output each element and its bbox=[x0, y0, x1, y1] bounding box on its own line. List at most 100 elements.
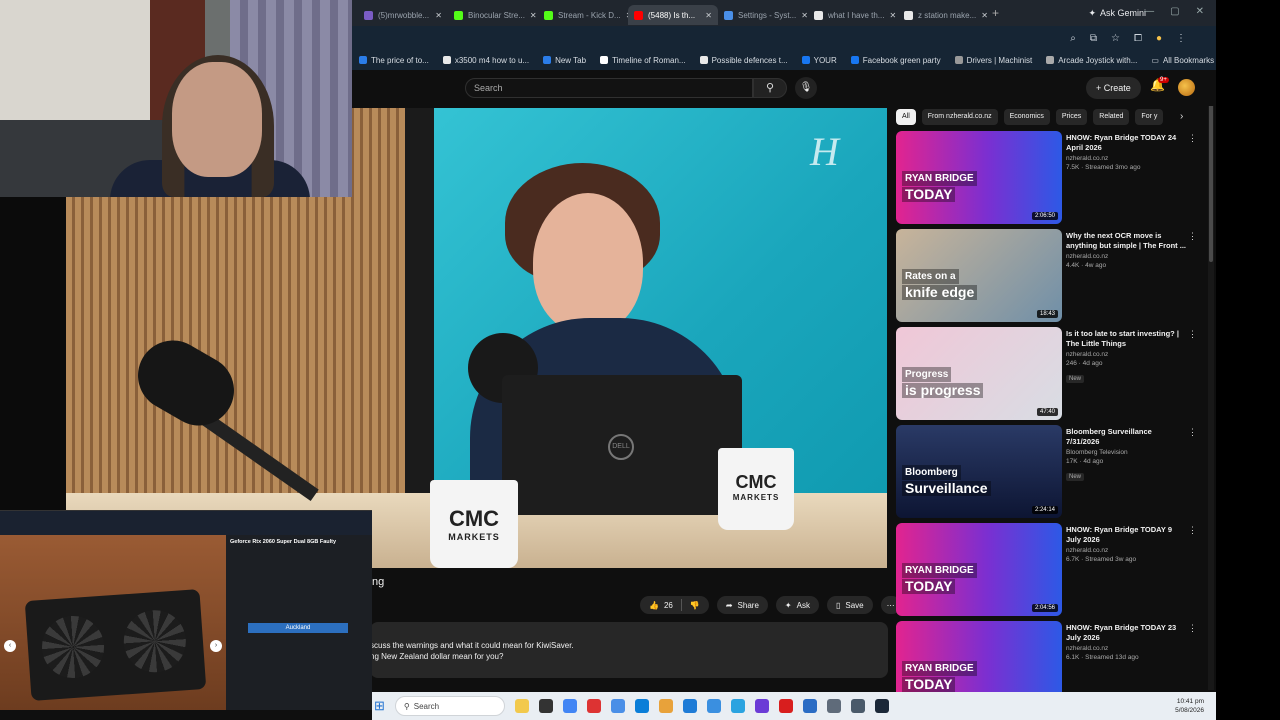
maximize-icon[interactable]: ▢ bbox=[1170, 6, 1179, 17]
video-title[interactable]: Is it too late to start investing? | The… bbox=[1066, 329, 1186, 349]
voice-search-button[interactable]: 🎙 bbox=[795, 77, 817, 99]
taskbar-search[interactable]: ⚲ Search bbox=[394, 696, 505, 716]
more-options-icon[interactable]: ⋮ bbox=[1188, 133, 1197, 144]
close-tab-icon[interactable]: ✕ bbox=[705, 11, 712, 20]
chevron-left-icon[interactable]: ‹ bbox=[4, 640, 16, 652]
taskbar-app-icon[interactable] bbox=[634, 699, 649, 713]
taskbar-app-icon[interactable] bbox=[706, 699, 721, 713]
star-icon[interactable]: ☆ bbox=[1111, 33, 1120, 44]
create-button[interactable]: + Create bbox=[1086, 77, 1141, 99]
video-thumbnail[interactable]: RYAN BRIDGE TODAY 2:04:56 bbox=[896, 523, 1062, 616]
chevron-right-icon[interactable]: › bbox=[1180, 111, 1183, 122]
recommended-video[interactable]: Progress is progress 47:40 Is it too late t… bbox=[896, 327, 1206, 425]
account-avatar[interactable] bbox=[1178, 79, 1195, 96]
taskbar-app-icon[interactable] bbox=[730, 699, 745, 713]
new-tab-icon[interactable]: + bbox=[992, 6, 999, 20]
taskbar-app-icon[interactable] bbox=[754, 699, 769, 713]
channel-name[interactable]: Bloomberg Television bbox=[1066, 449, 1186, 456]
recommended-video[interactable]: RYAN BRIDGE TODAY 2:06:50 HNOW: Ryan Bridge… bbox=[896, 131, 1206, 229]
save-button[interactable]: ▯ Save bbox=[826, 596, 873, 614]
bookmark-item[interactable]: YOUR bbox=[795, 56, 844, 65]
close-tab-icon[interactable]: ✕ bbox=[981, 11, 988, 20]
zoom-icon[interactable]: ⌕ bbox=[1070, 33, 1076, 44]
video-title[interactable]: HNOW: Ryan Bridge TODAY 24 April 2026 bbox=[1066, 133, 1186, 153]
bookmark-item[interactable]: Possible defences t... bbox=[693, 56, 795, 65]
chevron-right-icon[interactable]: › bbox=[210, 640, 222, 652]
bookmark-item[interactable]: Arcade Joystick with... bbox=[1039, 56, 1144, 65]
taskbar-clock[interactable]: 10:41 pm 5/08/2026 bbox=[1175, 697, 1204, 715]
more-options-icon[interactable]: ⋮ bbox=[1188, 427, 1197, 438]
all-bookmarks-button[interactable]: ▭ All Bookmarks bbox=[1144, 56, 1224, 65]
channel-name[interactable]: nzherald.co.nz bbox=[1066, 253, 1186, 260]
scrollbar-thumb[interactable] bbox=[1209, 82, 1213, 262]
bookmark-item[interactable]: x3500 m4 how to u... bbox=[436, 56, 536, 65]
description-box[interactable]: scuss the warnings and what it could mea… bbox=[370, 622, 888, 678]
taskbar-app-icon[interactable] bbox=[562, 699, 577, 713]
like-button[interactable]: 👍 26 👎 bbox=[640, 596, 709, 614]
taskbar-app-icon[interactable] bbox=[778, 699, 793, 713]
channel-name[interactable]: nzherald.co.nz bbox=[1066, 351, 1186, 358]
recommended-video[interactable]: Bloomberg Surveillance 2:24:14 Bloomberg Su… bbox=[896, 425, 1206, 523]
taskbar-app-icon[interactable] bbox=[658, 699, 673, 713]
filter-chip[interactable]: Related bbox=[1093, 109, 1130, 125]
channel-name[interactable]: nzherald.co.nz bbox=[1066, 547, 1186, 554]
video-thumbnail[interactable]: Progress is progress 47:40 bbox=[896, 327, 1062, 420]
video-title[interactable]: Bloomberg Surveillance 7/31/2026 bbox=[1066, 427, 1186, 447]
channel-name[interactable]: nzherald.co.nz bbox=[1066, 645, 1186, 652]
video-thumbnail[interactable]: RYAN BRIDGE TODAY 2:06:50 bbox=[896, 131, 1062, 224]
menu-icon[interactable]: ⋮ bbox=[1176, 33, 1186, 44]
taskbar-app-icon[interactable] bbox=[874, 699, 889, 713]
more-options-icon[interactable]: ⋮ bbox=[1188, 623, 1197, 634]
bookmark-item[interactable]: Facebook green party bbox=[844, 56, 948, 65]
close-tab-icon[interactable]: ✕ bbox=[435, 11, 442, 20]
bookmark-item[interactable]: New Tab bbox=[536, 56, 593, 65]
video-title[interactable]: Why the next OCR move is anything but si… bbox=[1066, 231, 1186, 251]
video-title[interactable]: HNOW: Ryan Bridge TODAY 9 July 2026 bbox=[1066, 525, 1186, 545]
install-icon[interactable]: ⧉ bbox=[1090, 33, 1097, 44]
search-input[interactable]: Search bbox=[465, 78, 753, 98]
more-options-icon[interactable]: ⋮ bbox=[1188, 525, 1197, 536]
browser-tab[interactable]: (5)mrwobble... ✕ bbox=[358, 5, 448, 25]
taskbar-app-icon[interactable] bbox=[586, 699, 601, 713]
filter-chip[interactable]: All bbox=[896, 109, 916, 125]
more-options-icon[interactable]: ⋮ bbox=[1188, 231, 1197, 242]
more-options-icon[interactable]: ⋮ bbox=[1188, 329, 1197, 340]
profile-icon[interactable]: ● bbox=[1156, 33, 1162, 44]
channel-name[interactable]: nzherald.co.nz bbox=[1066, 155, 1186, 162]
video-thumbnail[interactable]: Bloomberg Surveillance 2:24:14 bbox=[896, 425, 1062, 518]
video-thumbnail[interactable]: Rates on a knife edge 18:43 bbox=[896, 229, 1062, 322]
taskbar-app-icon[interactable] bbox=[538, 699, 553, 713]
filter-chip[interactable]: From nzherald.co.nz bbox=[921, 109, 998, 125]
ask-button[interactable]: ✦ Ask bbox=[775, 596, 819, 614]
taskbar-app-icon[interactable] bbox=[826, 699, 841, 713]
share-button[interactable]: ➦ Share bbox=[716, 596, 768, 614]
filter-chip[interactable]: For y bbox=[1135, 109, 1164, 125]
bookmark-item[interactable]: Timeline of Roman... bbox=[593, 56, 693, 65]
browser-tab[interactable]: Binocular Stre... ✕ bbox=[448, 5, 538, 25]
browser-tab[interactable]: Settings - Syst... ✕ bbox=[718, 5, 808, 25]
taskbar-app-icon[interactable] bbox=[850, 699, 865, 713]
minimize-icon[interactable]: — bbox=[1144, 6, 1154, 17]
recommended-video[interactable]: RYAN BRIDGE TODAY 2:04:56 HNOW: Ryan Bridge… bbox=[896, 523, 1206, 621]
taskbar-app-icon[interactable] bbox=[610, 699, 625, 713]
windows-start-icon[interactable]: ⊞ bbox=[374, 698, 385, 714]
video-title[interactable]: HNOW: Ryan Bridge TODAY 23 July 2026 bbox=[1066, 623, 1186, 643]
ask-gemini-button[interactable]: ✦ Ask Gemini bbox=[1088, 8, 1146, 19]
close-tab-icon[interactable]: ✕ bbox=[889, 11, 896, 20]
browser-tab[interactable]: what I have th... ✕ bbox=[808, 5, 898, 25]
close-window-icon[interactable]: ✕ bbox=[1196, 6, 1204, 17]
taskbar-app-icon[interactable] bbox=[514, 699, 529, 713]
taskbar-app-icon[interactable] bbox=[802, 699, 817, 713]
bookmark-item[interactable]: Drivers | Machinist bbox=[948, 56, 1040, 65]
close-tab-icon[interactable]: ✕ bbox=[530, 11, 537, 20]
recommended-video[interactable]: Rates on a knife edge 18:43 Why the next OC… bbox=[896, 229, 1206, 327]
filter-chip[interactable]: Prices bbox=[1055, 109, 1088, 125]
taskbar-app-icon[interactable] bbox=[682, 699, 697, 713]
browser-tab[interactable]: Stream - Kick D...✕ bbox=[538, 5, 628, 25]
bookmark-item[interactable]: The price of to... bbox=[352, 56, 436, 65]
filter-chip[interactable]: Economics bbox=[1003, 109, 1050, 125]
browser-tab[interactable]: (5488) Is th... ✕ bbox=[628, 5, 718, 25]
search-button[interactable]: ⚲ bbox=[753, 78, 787, 98]
extensions-icon[interactable]: ⧠ bbox=[1134, 33, 1142, 44]
browser-tab[interactable]: z station make... ✕ bbox=[898, 5, 988, 25]
